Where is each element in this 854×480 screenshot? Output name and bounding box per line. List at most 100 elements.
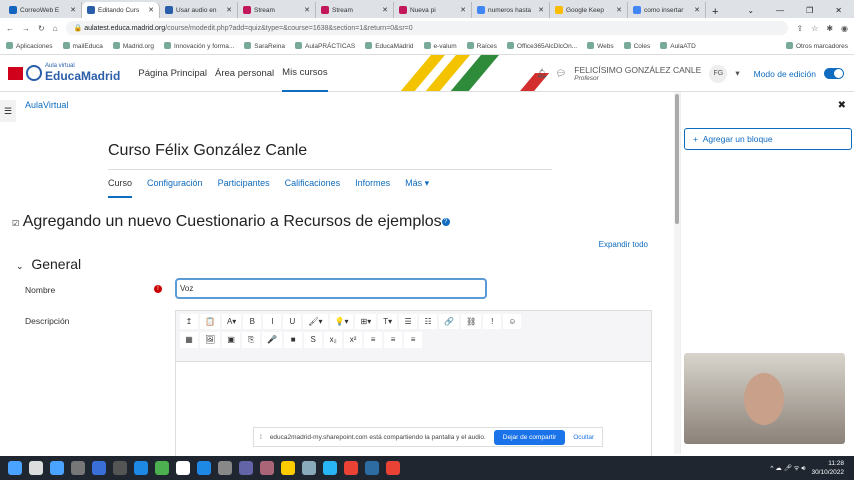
bell-icon[interactable]: 🔔︎ [537,68,548,79]
profile-icon[interactable]: ◉ [841,24,848,33]
bookmark[interactable]: Innovación y forma... [164,42,234,50]
nav-personal-area[interactable]: Área personal [215,68,274,79]
bookmark[interactable]: AulaATD [660,42,696,50]
editor-toolbar-button[interactable]: 📋 [200,314,220,329]
bookmark[interactable]: Office365AlcDlcOn... [507,42,577,50]
editor-toolbar-button[interactable]: ≡ [384,332,403,348]
user-avatar[interactable]: FG [709,64,728,83]
taskbar-app-icon[interactable] [386,461,400,475]
editor-toolbar-button[interactable]: ⊞▾ [355,314,377,329]
browser-tab[interactable]: Editando Curs ✕ [82,2,160,18]
browser-tab[interactable]: CorreoWeb E ✕ [4,2,82,18]
taskbar-app-icon[interactable] [260,461,274,475]
taskbar-app-icon[interactable] [323,461,337,475]
editor-toolbar-button[interactable]: 💡▾ [329,314,354,329]
editor-toolbar-button[interactable]: B [243,314,262,329]
nav-home[interactable]: Página Principal [138,68,207,79]
editor-toolbar-button[interactable]: ⛓ [461,314,482,329]
bookmark[interactable]: SaraReina [244,42,285,50]
taskbar-app-icon[interactable] [218,461,232,475]
taskbar-app-icon[interactable] [113,461,127,475]
bookmark[interactable]: AulaPRÁCTICAS [295,42,355,50]
taskbar-app-icon[interactable] [71,461,85,475]
course-index-toggle[interactable]: ☰ [0,100,16,122]
taskbar-app-icon[interactable] [50,461,64,475]
editor-toolbar-button[interactable]: ☺ [503,314,522,329]
taskbar-app-icon[interactable] [29,461,43,475]
editor-toolbar-button[interactable]: 🖼 [200,332,221,348]
close-tab-icon[interactable]: ✕ [382,6,388,14]
bookmark[interactable]: Otros marcadores [786,42,848,50]
taskbar-app-icon[interactable] [239,461,253,475]
editor-toolbar-button[interactable]: 🔗 [439,314,460,329]
editor-toolbar-button[interactable]: ▣ [222,332,241,348]
course-tab[interactable]: Más ▾ [405,178,429,198]
extensions-icon[interactable]: ✱ [826,24,833,33]
new-tab-icon[interactable]: + [706,6,724,18]
home-icon[interactable]: ⌂ [53,24,58,33]
clock[interactable]: 11:28 30/10/2022 [811,459,844,477]
editor-toolbar-button[interactable]: ☰ [399,314,418,329]
close-tab-icon[interactable]: ✕ [226,6,232,14]
taskbar-app-icon[interactable] [92,461,106,475]
chevron-down-icon[interactable]: ▾ [735,68,739,79]
close-tab-icon[interactable]: ✕ [304,6,310,14]
bookmark[interactable]: Madrid.org [113,42,154,50]
course-tab[interactable]: Configuración [147,178,203,198]
expand-all-link[interactable]: Expandir todo [599,240,648,249]
course-tab[interactable]: Calificaciones [285,178,341,198]
editor-toolbar-button[interactable]: T▾ [378,314,398,329]
tray-icons[interactable]: ^ ☁ 🎤︎ ᯤ 🔊︎ [770,463,805,473]
browser-tab[interactable]: Stream ✕ [238,2,316,18]
editor-toolbar-button[interactable]: A▾ [221,314,242,329]
browser-tab[interactable]: numeros hasta ✕ [472,2,550,18]
browser-tab[interactable]: Stream ✕ [316,2,394,18]
taskbar-app-icon[interactable] [302,461,316,475]
bookmark[interactable]: Coles [624,42,651,50]
close-icon[interactable]: ✖ [838,100,846,111]
editor-toolbar-button[interactable]: 🎤 [262,332,283,348]
taskbar-app-icon[interactable] [8,461,22,475]
share-icon[interactable]: ⇪ [796,24,803,33]
taskbar-app-icon[interactable] [176,461,190,475]
help-icon[interactable]: ? [441,217,450,226]
hide-button[interactable]: Ocultar [573,434,594,441]
taskbar-app-icon[interactable] [344,461,358,475]
browser-tab[interactable]: Nueva pi ✕ [394,2,472,18]
browser-tab[interactable]: Google Keep ✕ [550,2,628,18]
bookmark[interactable]: mailEduca [63,42,103,50]
taskbar-app-icon[interactable] [197,461,211,475]
bookmark[interactable]: Raíces [467,42,497,50]
browser-tab[interactable]: como insertar ✕ [628,2,706,18]
editor-toolbar-button[interactable]: x₂ [324,332,343,348]
editor-toolbar-button[interactable]: I [263,314,282,329]
taskbar-app-icon[interactable] [134,461,148,475]
bookmark[interactable]: EducaMadrid [365,42,413,50]
close-tab-icon[interactable]: ✕ [148,6,154,14]
url-input[interactable]: 🔒 aulatest.educa.madrid.org/course/moded… [65,21,789,35]
taskbar-app-icon[interactable] [365,461,379,475]
editor-toolbar-button[interactable]: S [304,332,323,348]
course-tab[interactable]: Curso [108,178,133,198]
editor-toolbar-button[interactable]: ≡ [364,332,383,348]
bookmark[interactable]: e-valum [424,42,457,50]
editor-toolbar-button[interactable]: x² [344,332,363,348]
editor-toolbar-button[interactable]: ↥ [180,314,198,329]
editor-toolbar-button[interactable]: U [283,314,302,329]
editor-toolbar-button[interactable]: ≡ [404,332,423,348]
reload-icon[interactable]: ↻ [38,24,45,33]
edit-mode-toggle[interactable] [824,68,844,79]
browser-tab[interactable]: Usar audio en ✕ [160,2,238,18]
name-input[interactable]: Voz [175,278,487,299]
editor-toolbar-button[interactable]: ■ [284,332,303,348]
educamadrid-logo[interactable]: Aula virtual EducaMadrid [8,63,120,83]
editor-toolbar-button[interactable]: ▦ [180,332,198,348]
editor-toolbar-button[interactable]: ⎘ [242,332,261,348]
close-tab-icon[interactable]: ✕ [460,6,466,14]
close-tab-icon[interactable]: ✕ [538,6,544,14]
close-tab-icon[interactable]: ✕ [616,6,622,14]
course-tab[interactable]: Participantes [218,178,270,198]
editor-toolbar-button[interactable]: ! [483,314,502,329]
drag-handle-icon[interactable]: ⁞ [260,434,262,441]
bookmark[interactable]: Aplicaciones [6,42,53,50]
